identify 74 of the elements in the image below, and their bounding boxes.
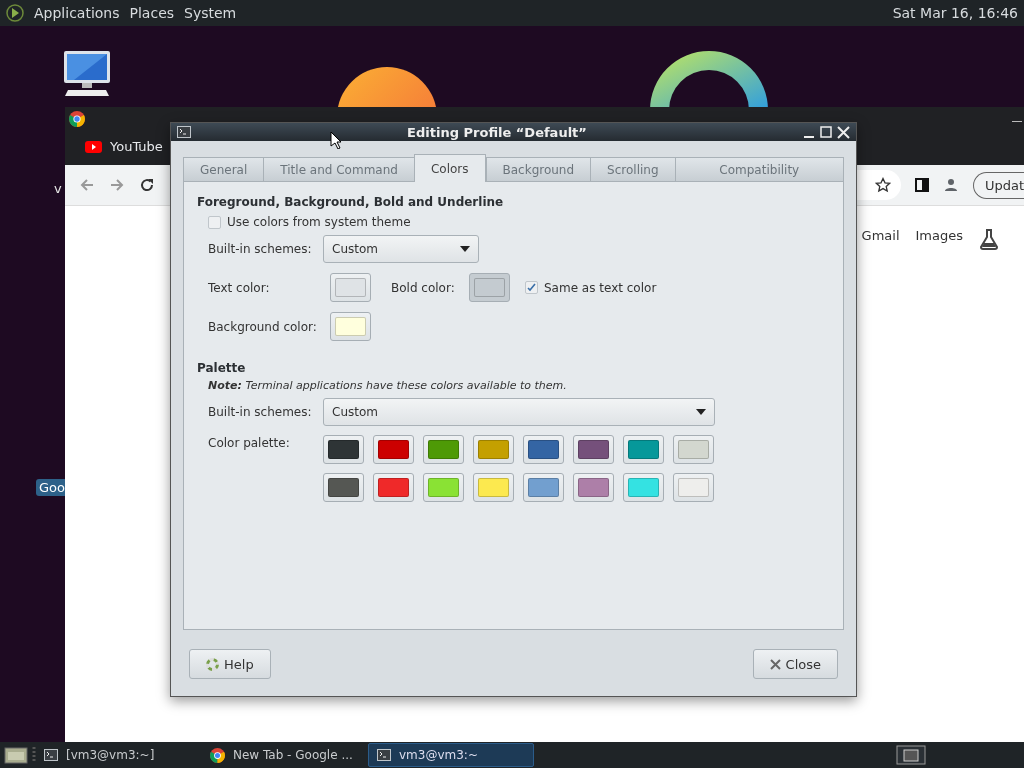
color-swatch[interactable] — [523, 435, 564, 464]
color-swatch[interactable] — [373, 473, 414, 502]
panel-menu[interactable]: System — [184, 5, 237, 21]
checkbox[interactable] — [525, 281, 538, 294]
update-button[interactable]: Updat — [972, 171, 1024, 199]
taskbar-item[interactable]: New Tab - Google ... — [202, 743, 368, 767]
color-swatch[interactable] — [523, 473, 564, 502]
scheme-dropdown[interactable]: Custom — [323, 235, 479, 263]
workspace-icon[interactable] — [896, 744, 926, 766]
field-label: Bold color: — [391, 280, 456, 295]
color-swatch[interactable] — [473, 473, 514, 502]
chrome-logo-icon — [69, 111, 85, 127]
terminal-icon — [44, 749, 58, 761]
clock[interactable]: Sat Mar 16, 16:46 — [892, 5, 1018, 21]
star-icon[interactable] — [874, 177, 891, 193]
desktop-icon-label[interactable]: Goo — [36, 479, 68, 496]
window-icon — [177, 126, 191, 138]
browser-tab[interactable]: YouTube — [85, 139, 163, 154]
checkbox-label: Same as text color — [544, 280, 657, 295]
color-swatch[interactable] — [330, 273, 371, 302]
color-swatch[interactable] — [330, 312, 371, 341]
taskbar-item[interactable]: [vm3@vm3:~] — [36, 743, 202, 767]
mouse-pointer-icon — [330, 131, 341, 149]
close-icon[interactable] — [837, 125, 850, 139]
lifebuoy-icon — [206, 657, 219, 671]
caret-icon — [696, 409, 706, 415]
maximize-icon[interactable] — [820, 126, 832, 138]
flask-icon[interactable] — [979, 228, 999, 250]
back-icon[interactable] — [79, 177, 95, 193]
color-swatch[interactable] — [323, 435, 364, 464]
side-panel-icon[interactable] — [914, 178, 929, 192]
color-swatch[interactable] — [323, 473, 364, 502]
color-swatch[interactable] — [423, 473, 464, 502]
panel-menu[interactable]: Applications — [34, 5, 120, 21]
section-heading: Foreground, Background, Bold and Underline — [197, 195, 505, 209]
checkbox[interactable] — [208, 215, 221, 229]
profile-icon[interactable] — [942, 177, 959, 193]
color-swatch[interactable] — [573, 473, 614, 502]
computer-icon[interactable] — [62, 50, 112, 97]
desktop-icon-label[interactable]: v — [51, 180, 65, 197]
terminal-icon — [377, 749, 391, 761]
color-swatch[interactable] — [473, 435, 514, 464]
caret-icon — [460, 246, 470, 252]
chrome-logo-icon — [210, 747, 225, 763]
scheme-dropdown[interactable]: Custom — [323, 398, 715, 426]
header-link[interactable]: Images — [915, 228, 963, 243]
color-swatch[interactable] — [373, 435, 414, 464]
color-swatch[interactable] — [423, 435, 464, 464]
tab[interactable]: Colors — [413, 154, 486, 182]
color-swatch[interactable] — [673, 473, 714, 502]
close-icon — [769, 658, 781, 670]
color-swatch[interactable] — [623, 435, 664, 464]
color-swatch[interactable] — [623, 473, 664, 502]
field-label: Built-in schemes: — [208, 242, 313, 256]
drag-handle-icon — [32, 747, 36, 763]
checkbox-label: Use colors from system theme — [227, 215, 411, 229]
color-swatch[interactable] — [673, 435, 714, 464]
field-label: Color palette: — [208, 436, 291, 450]
dialog-title: Editing Profile “Default” — [406, 124, 588, 140]
color-swatch[interactable] — [573, 435, 614, 464]
field-label: Text color: — [208, 280, 271, 295]
section-heading: Palette — [197, 361, 247, 375]
menu-logo-icon[interactable] — [6, 4, 24, 22]
header-link[interactable]: Gmail — [861, 228, 900, 243]
close-button[interactable]: Close — [752, 649, 838, 679]
play-icon — [85, 140, 102, 153]
panel-menu[interactable]: Places — [129, 5, 175, 21]
reload-icon[interactable] — [139, 177, 155, 193]
note-text: Note: Terminal applications have these colors available to them. — [208, 379, 568, 392]
field-label: Built-in schemes: — [208, 405, 313, 419]
help-button[interactable]: Help — [189, 649, 271, 679]
forward-icon[interactable] — [109, 177, 125, 193]
taskbar-item[interactable]: vm3@vm3:~ — [368, 743, 534, 767]
field-label: Background color: — [208, 319, 318, 334]
